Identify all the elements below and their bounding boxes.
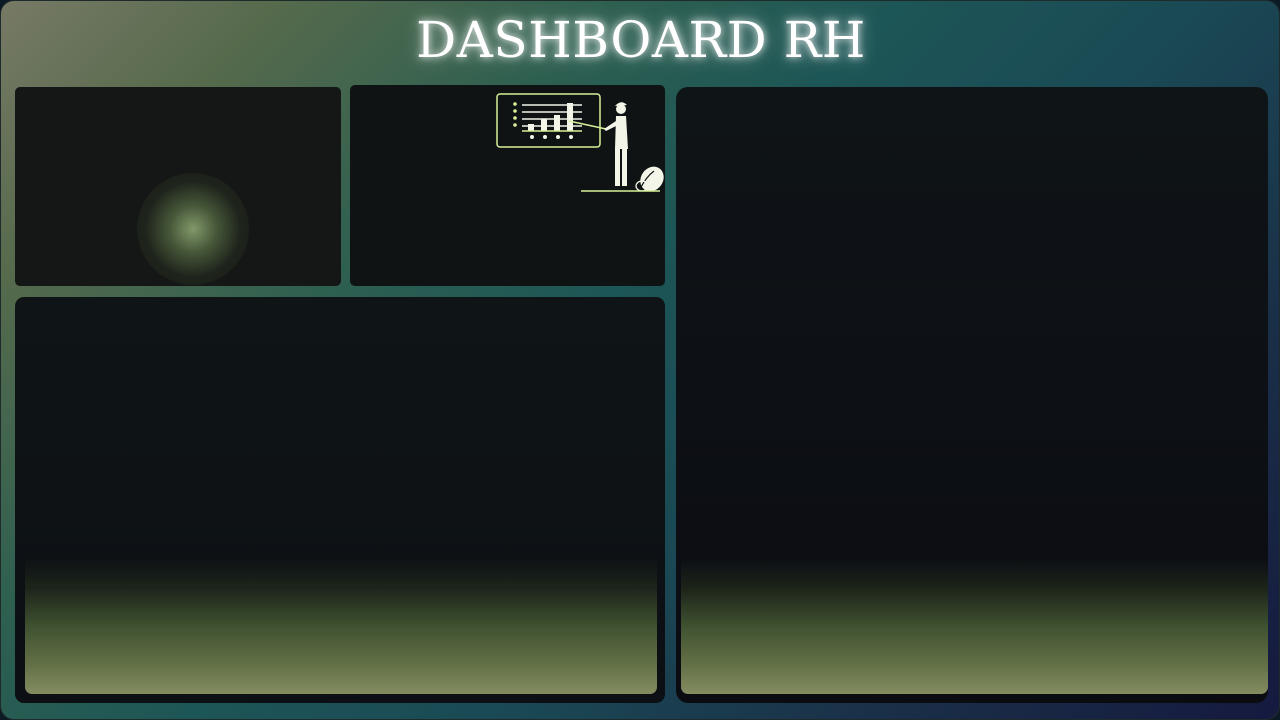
chart-panel-right[interactable] xyxy=(676,87,1268,703)
kpi-card-left[interactable] xyxy=(15,87,341,286)
page-title: DASHBOARD RH xyxy=(416,11,866,69)
panel-footer-gradient xyxy=(25,558,657,694)
dashboard-frame: DASHBOARD RH xyxy=(0,0,1280,720)
chart-panel-bottom-left[interactable] xyxy=(15,297,665,703)
panel-footer-gradient xyxy=(681,558,1268,694)
presenter-chart-icon xyxy=(496,93,664,192)
kpi-card-right[interactable] xyxy=(350,85,665,286)
glow-orb-icon xyxy=(137,173,249,285)
